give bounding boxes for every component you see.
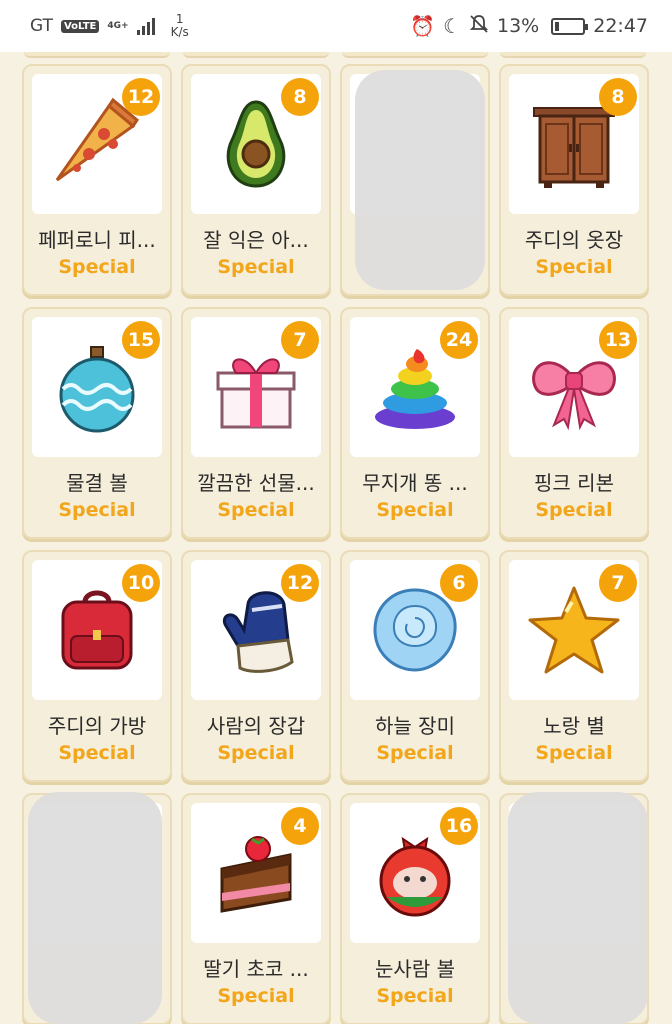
item-card[interactable]: 8 주디의 옷장 Special xyxy=(499,64,649,296)
item-count-badge: 13 xyxy=(599,321,637,359)
item-tag: Special xyxy=(58,742,136,764)
item-tag: Special xyxy=(217,742,295,764)
item-card[interactable]: 12 사람의 장갑 Special xyxy=(181,550,331,782)
item-tag: Special xyxy=(535,742,613,764)
item-count-badge: 8 xyxy=(599,78,637,116)
item-name: 하늘 장미 xyxy=(375,714,455,738)
item-tag: Special xyxy=(58,499,136,521)
item-card[interactable]: 8 잘 익은 아... Special xyxy=(181,64,331,296)
item-name: 주디의 가방 xyxy=(47,714,147,738)
item-card[interactable]: 10 주디의 가방 Special xyxy=(22,550,172,782)
item-name: 페퍼로니 피... xyxy=(38,228,156,252)
item-card[interactable]: 4 딸기 초코 ... Special xyxy=(181,793,331,1024)
item-name: 딸기 초코 ... xyxy=(203,957,309,981)
item-count-badge: 7 xyxy=(281,321,319,359)
item-tag: Special xyxy=(376,985,454,1007)
bell-off-icon xyxy=(469,14,489,39)
speed-value: 1 xyxy=(175,12,184,26)
item-name: 잘 익은 아... xyxy=(203,228,309,252)
item-count-badge: 16 xyxy=(440,807,478,845)
item-count-badge: 24 xyxy=(440,321,478,359)
item-count-badge: 10 xyxy=(122,564,160,602)
speed-unit: K/s xyxy=(170,25,189,39)
item-name: 물결 볼 xyxy=(66,471,128,495)
item-card[interactable]: 24 무지개 똥 ... Special xyxy=(340,307,490,539)
signal-icon xyxy=(136,17,155,35)
item-card[interactable]: 6 하늘 장미 Special xyxy=(340,550,490,782)
item-count-badge: 8 xyxy=(281,78,319,116)
item-card[interactable]: 16 눈사람 볼 Special xyxy=(340,793,490,1024)
item-count-badge: 7 xyxy=(599,564,637,602)
item-name: 핑크 리본 xyxy=(534,471,614,495)
item-tag: Special xyxy=(217,256,295,278)
network-type: 4G+ xyxy=(107,20,129,31)
item-tag: Special xyxy=(217,499,295,521)
status-bar: GT VoLTE 4G+ 1 K/s ⏰ ☾ 13% 22:47 xyxy=(0,0,672,52)
item-tag: Special xyxy=(58,256,136,278)
item-tag: Special xyxy=(376,742,454,764)
alarm-icon: ⏰ xyxy=(410,14,436,38)
item-tag: Special xyxy=(217,985,295,1007)
network-speed: 1 K/s xyxy=(171,13,189,39)
item-count-badge: 6 xyxy=(440,564,478,602)
battery-percent: 13% xyxy=(497,15,540,37)
item-name: 무지개 똥 ... xyxy=(362,471,468,495)
item-card[interactable]: 12 페퍼로니 피... Special xyxy=(22,64,172,296)
item-card[interactable]: 7 깔끔한 선물... Special xyxy=(181,307,331,539)
item-count-badge: 4 xyxy=(281,807,319,845)
status-left: GT VoLTE 4G+ 1 K/s xyxy=(30,13,189,39)
redaction-mark xyxy=(508,792,648,1024)
redaction-mark xyxy=(355,70,485,290)
item-tag: Special xyxy=(535,499,613,521)
carrier-label: GT xyxy=(30,16,53,36)
previous-row-edge xyxy=(0,52,672,62)
item-count-badge: 12 xyxy=(281,564,319,602)
redaction-mark xyxy=(28,792,162,1024)
item-card[interactable]: 7 노랑 별 Special xyxy=(499,550,649,782)
item-card[interactable]: 13 핑크 리본 Special xyxy=(499,307,649,539)
item-card[interactable]: 15 물결 볼 Special xyxy=(22,307,172,539)
item-name: 사람의 장갑 xyxy=(206,714,306,738)
moon-icon: ☾ xyxy=(443,14,461,38)
clock: 22:47 xyxy=(593,15,648,37)
item-name: 눈사람 볼 xyxy=(375,957,455,981)
item-tag: Special xyxy=(535,256,613,278)
item-name: 깔끔한 선물... xyxy=(197,471,315,495)
volte-badge: VoLTE xyxy=(60,19,100,33)
item-count-badge: 15 xyxy=(122,321,160,359)
item-grid: 12 페퍼로니 피... Special 8 잘 익은 아... Special xyxy=(0,52,672,1024)
item-name: 주디의 옷장 xyxy=(524,228,624,252)
item-count-badge: 12 xyxy=(122,78,160,116)
item-name: 노랑 별 xyxy=(543,714,605,738)
item-tag: Special xyxy=(376,499,454,521)
status-right: ⏰ ☾ 13% 22:47 xyxy=(410,14,648,39)
battery-icon xyxy=(551,17,589,35)
